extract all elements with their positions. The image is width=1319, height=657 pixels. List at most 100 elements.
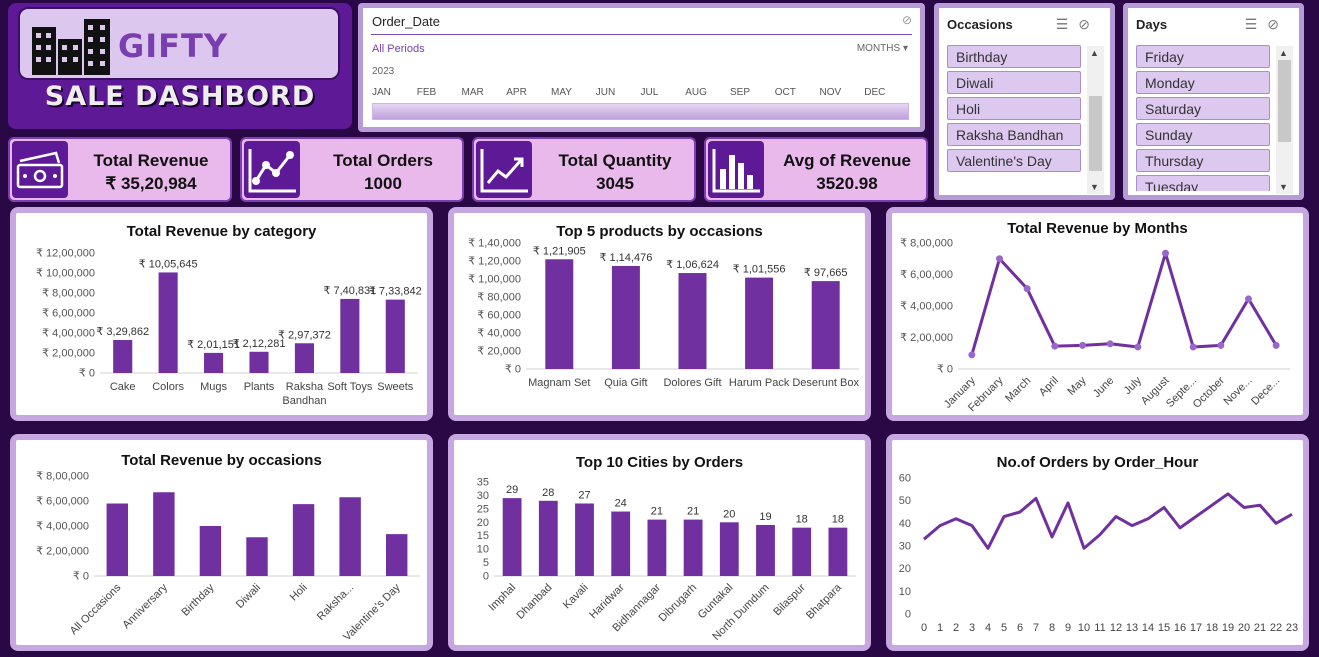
y-tick-label: 30	[899, 541, 911, 553]
timeline-month-label[interactable]: AUG	[685, 87, 707, 98]
x-tick-label: Harum Pack	[729, 377, 790, 389]
x-tick-label: Sweets	[377, 381, 414, 393]
x-tick-label: 21	[1254, 622, 1266, 634]
buildings-icon	[32, 19, 110, 75]
kpi-value: 3045	[596, 174, 634, 193]
y-tick-label: ₹ 8,00,000	[900, 238, 953, 250]
y-tick-label: 10	[477, 544, 489, 556]
clear-filter-icon[interactable]: ⊘	[902, 13, 912, 27]
timeline-month-label[interactable]: MAR	[462, 87, 484, 98]
y-tick-label: ₹ 4,00,000	[36, 521, 89, 533]
scroll-down-icon[interactable]: ▼	[1279, 182, 1288, 192]
chart-canvas: 0510152025303529 28 272421 21 20 19 18 18Imphal…	[477, 477, 856, 643]
slicer-item[interactable]: Diwali	[947, 71, 1081, 94]
y-tick-label: ₹ 10,00,000	[36, 268, 95, 280]
scrollbar[interactable]: ▲ ▼	[1087, 46, 1104, 194]
x-tick-label: 7	[1033, 622, 1039, 634]
x-tick-label: April	[1037, 375, 1061, 399]
bar	[811, 281, 840, 369]
y-tick-label: ₹ 4,00,000	[900, 301, 953, 313]
clear-filter-icon[interactable]: ⊘	[1078, 16, 1100, 32]
bar	[792, 527, 812, 576]
data-label: 28	[542, 487, 554, 499]
scroll-down-icon[interactable]: ▼	[1090, 182, 1099, 192]
y-tick-label: ₹ 1,00,000	[468, 274, 521, 286]
x-tick-label: 16	[1174, 622, 1186, 634]
scrollbar-thumb[interactable]	[1278, 60, 1291, 142]
timeline-month-label[interactable]: OCT	[775, 87, 796, 98]
timeline-period: All Periods	[372, 43, 425, 55]
kpi-total-orders: Total Orders 1000	[240, 137, 464, 202]
data-point	[1245, 295, 1252, 303]
timeline-month-label[interactable]: JAN	[372, 87, 391, 98]
timeline-month-label[interactable]: MAY	[551, 87, 572, 98]
slicer-item[interactable]: Raksha Bandhan	[947, 123, 1081, 146]
slicer-item[interactable]: Thursday	[1136, 149, 1270, 172]
y-tick-label: ₹ 6,00,000	[900, 269, 953, 281]
data-point	[1134, 343, 1142, 351]
slicer-item[interactable]: Birthday	[947, 45, 1081, 68]
y-tick-label: ₹ 6,00,000	[36, 496, 89, 508]
slicer-item[interactable]: Saturday	[1136, 97, 1270, 120]
x-tick-label: 18	[1206, 622, 1218, 634]
timeline-month-label[interactable]: JUN	[596, 87, 615, 98]
x-tick-label: Holi	[288, 582, 310, 604]
timeline-month-label[interactable]: SEP	[730, 87, 750, 98]
scrollbar-thumb[interactable]	[1089, 96, 1102, 171]
bar	[756, 524, 775, 576]
timeline-range-bar[interactable]	[372, 103, 909, 120]
timeline-month-label[interactable]: NOV	[820, 87, 842, 98]
timeline-month-label[interactable]: APR	[506, 87, 527, 98]
x-tick-label: Colors	[152, 381, 184, 393]
days-list: Friday Monday Saturday Sunday Thursday Tuesda…	[1128, 8, 1299, 191]
slicer-item[interactable]: Sunday	[1136, 123, 1270, 146]
slicer-item[interactable]: Holi	[947, 97, 1081, 120]
y-tick-label: ₹ 20,000	[477, 346, 521, 358]
data-point	[1272, 341, 1280, 349]
scrollbar[interactable]: ▲ ▼	[1276, 46, 1293, 194]
slicer-item[interactable]: Monday	[1136, 71, 1270, 94]
timeline-month-label[interactable]: DEC	[864, 87, 885, 98]
kpi-value: ₹ 35,20,984	[105, 174, 197, 193]
x-tick-label: 11	[1094, 622, 1105, 634]
x-tick-label: 9	[1065, 622, 1071, 634]
scroll-up-icon[interactable]: ▲	[1090, 48, 1099, 58]
slicer-item[interactable]: Tuesday	[1136, 175, 1270, 191]
x-tick-label: Dece...	[1249, 375, 1282, 408]
y-tick-label: ₹ 6,00,000	[42, 308, 95, 320]
slicer-item[interactable]: Friday	[1136, 45, 1270, 68]
x-tick-label: Bandhan	[282, 395, 326, 407]
data-label: ₹ 97,665	[804, 267, 848, 279]
data-label: ₹ 1,21,905	[533, 245, 586, 257]
chart-top-products: Top 5 products by occasions ₹ 0 ₹ 20,000 ₹…	[448, 207, 871, 421]
x-tick-label: 12	[1110, 622, 1122, 634]
chart-revenue-by-category: Total Revenue by category ₹ 0 ₹ 2,00,000 ₹…	[10, 207, 433, 421]
timeline-month-label[interactable]: FEB	[417, 87, 436, 98]
slicer-item[interactable]: Valentine's Day	[947, 149, 1081, 172]
chevron-down-icon: ▾	[902, 43, 908, 54]
data-point	[1162, 249, 1169, 257]
timeline-level-dropdown[interactable]: MONTHS ▾	[857, 43, 908, 54]
x-tick-label: Kavali	[561, 582, 591, 612]
kpi-label: Avg of Revenue	[783, 151, 911, 170]
chart-revenue-by-occasions: Total Revenue by occasions ₹ 0 ₹ 2,00,000…	[10, 434, 433, 651]
chart-canvas: ₹ 0 ₹ 2,00,000 ₹ 4,00,000 ₹ 6,00,000 ₹ 8,00,…	[900, 238, 1290, 414]
chart-orders-by-hour: No.of Orders by Order_Hour 0 10 20 30 40 50 60…	[886, 434, 1309, 651]
scroll-up-icon[interactable]: ▲	[1279, 48, 1288, 58]
y-tick-label: ₹ 0	[937, 364, 953, 376]
logo-badge: GIFTY	[18, 7, 340, 80]
kpi-total-revenue: Total Revenue ₹ 35,20,984	[8, 137, 232, 202]
kpi-avg-revenue: Avg of Revenue 3520.98	[704, 137, 928, 202]
money-icon	[12, 141, 68, 198]
y-tick-label: ₹ 8,00,000	[42, 288, 95, 300]
x-tick-label: Raksha...	[315, 582, 356, 623]
x-tick-label: Birthday	[180, 581, 217, 618]
timeline-month-label[interactable]: JUL	[641, 87, 659, 98]
order-date-timeline[interactable]: Order_Date ⊘ All Periods MONTHS ▾ 2023 J…	[358, 3, 925, 132]
data-label: 21	[651, 506, 663, 518]
y-tick-label: 20	[899, 563, 911, 575]
y-tick-label: ₹ 2,00,000	[42, 348, 95, 360]
x-tick-label: All Occasions	[68, 581, 124, 637]
multi-select-icon[interactable]: ☰	[1056, 16, 1079, 32]
y-tick-label: 5	[483, 557, 489, 569]
